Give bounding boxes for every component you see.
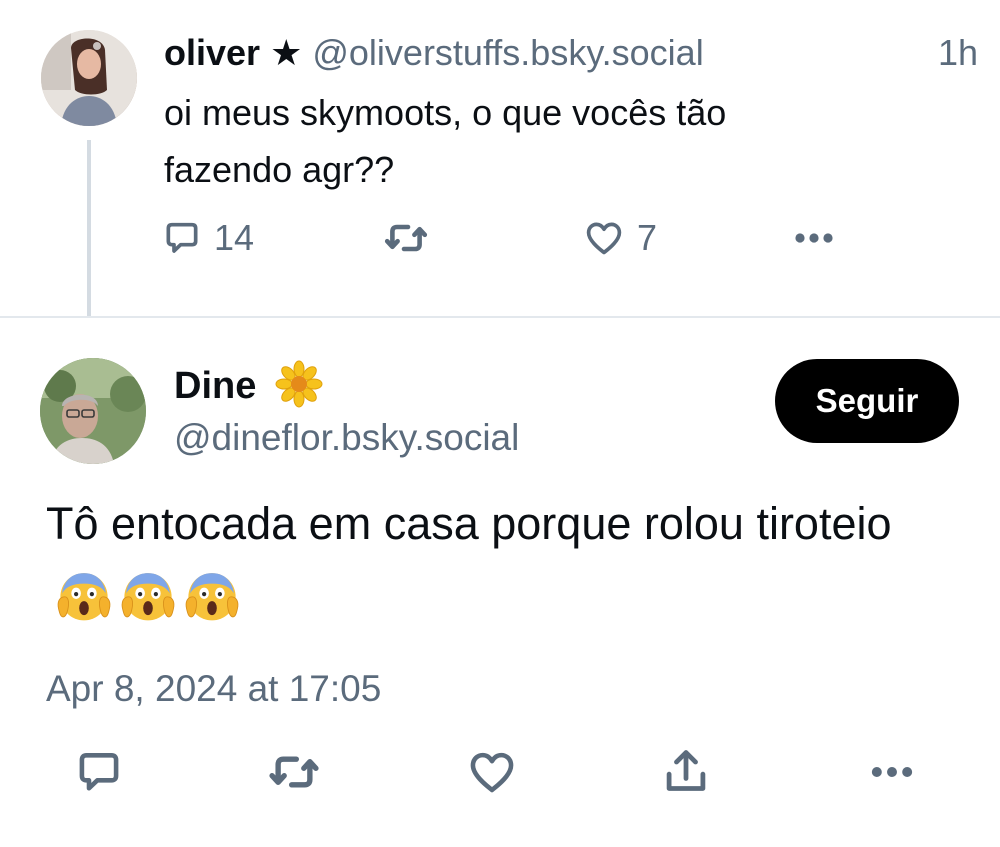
main-author-handle[interactable]: @dineflor.bsky.social <box>174 414 519 462</box>
parent-author-avatar[interactable] <box>41 30 137 126</box>
heart-icon <box>583 217 625 259</box>
speech-bubble-icon <box>162 218 202 258</box>
parent-author-name[interactable]: oliver <box>164 32 260 73</box>
parent-more-button[interactable] <box>790 214 838 262</box>
main-post-text-block: Tô entocada em casa porque rolou tirotei… <box>46 490 946 626</box>
reply-button[interactable] <box>74 748 124 796</box>
share-button[interactable] <box>660 748 712 796</box>
main-author-name-row: Dine <box>174 360 323 408</box>
parent-post-text: oi meus skymoots, o que vocês tão fazend… <box>164 92 727 190</box>
parent-repost-button[interactable] <box>382 214 430 262</box>
main-post-text: Tô entocada em casa porque rolou tirotei… <box>46 498 892 549</box>
face-screaming-icon <box>56 567 112 623</box>
share-icon <box>660 746 712 798</box>
repost-arrows-icon <box>382 214 430 262</box>
post-timestamp[interactable]: Apr 8, 2024 at 17:05 <box>46 664 381 714</box>
parent-post-time[interactable]: 1h <box>938 30 978 76</box>
main-author-name[interactable]: Dine <box>174 365 256 407</box>
face-screaming-icon <box>120 567 176 623</box>
heart-icon <box>466 746 518 798</box>
parent-likes-count: 7 <box>637 217 658 258</box>
parent-post-header: oliver ★ @oliverstuffs.bsky.social <box>164 30 704 76</box>
repost-button[interactable] <box>266 748 322 796</box>
parent-reply-button[interactable]: 14 <box>162 214 254 262</box>
parent-author-handle[interactable]: @oliverstuffs.bsky.social <box>312 32 703 73</box>
more-dots-icon <box>790 214 838 262</box>
more-options-button[interactable] <box>866 748 918 796</box>
more-dots-icon <box>866 746 918 798</box>
follow-button[interactable]: Seguir <box>775 359 959 443</box>
star-icon: ★ <box>270 32 303 73</box>
avatar-photo <box>41 30 137 126</box>
parent-like-button[interactable]: 7 <box>583 214 657 262</box>
face-screaming-emojis <box>56 567 240 623</box>
speech-bubble-icon <box>74 747 124 797</box>
thread-connector-line <box>87 140 91 316</box>
parent-replies-count: 14 <box>214 217 255 258</box>
face-screaming-icon <box>184 567 240 623</box>
repost-arrows-icon <box>266 744 322 800</box>
main-author-avatar[interactable] <box>40 358 146 464</box>
post-divider <box>0 316 1000 318</box>
sunflower-icon <box>275 360 323 408</box>
avatar-photo <box>40 358 146 464</box>
like-button[interactable] <box>466 748 518 796</box>
